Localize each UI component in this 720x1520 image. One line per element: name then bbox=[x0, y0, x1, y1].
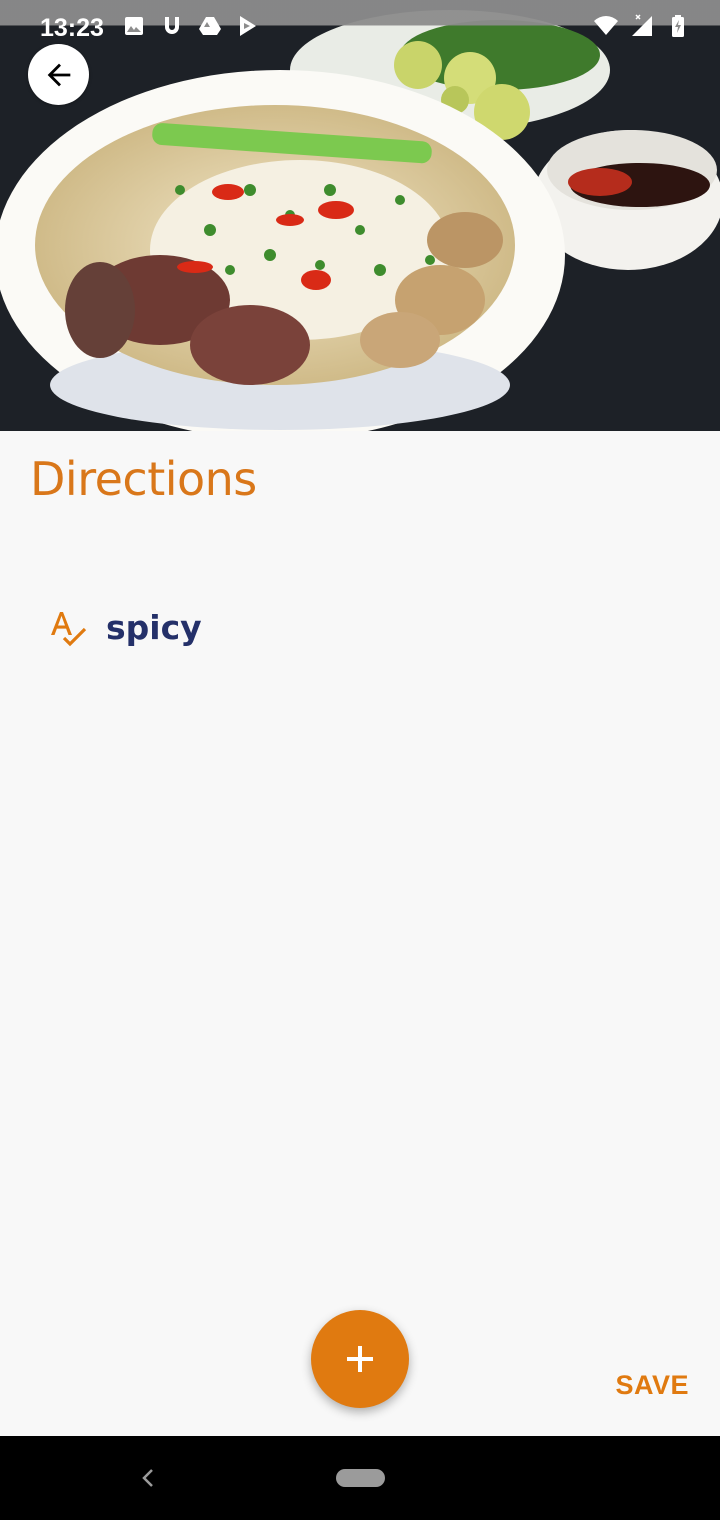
back-button[interactable] bbox=[28, 44, 89, 105]
plus-icon bbox=[347, 1346, 373, 1372]
wifi-icon bbox=[594, 16, 618, 35]
page-title: Directions bbox=[30, 452, 257, 506]
u-icon bbox=[164, 17, 179, 34]
hero-image bbox=[0, 0, 720, 431]
signal-icon bbox=[632, 14, 652, 36]
drive-icon bbox=[198, 17, 221, 35]
navigation-bar bbox=[0, 1436, 720, 1520]
arrow-left-icon bbox=[47, 63, 70, 86]
pho-bowl-photo bbox=[0, 0, 720, 431]
status-time: 13:23 bbox=[40, 13, 104, 42]
direction-item[interactable]: spicy bbox=[48, 608, 202, 650]
direction-text: spicy bbox=[106, 607, 202, 647]
play-store-icon bbox=[239, 16, 256, 36]
battery-charging-icon bbox=[672, 15, 684, 37]
status-bar: 13:23 bbox=[0, 0, 720, 52]
save-button[interactable]: SAVE bbox=[615, 1370, 689, 1401]
nav-home-pill[interactable] bbox=[336, 1469, 385, 1487]
nav-back-icon[interactable] bbox=[138, 1464, 158, 1492]
spellcheck-icon bbox=[51, 612, 87, 647]
add-direction-button[interactable] bbox=[311, 1310, 409, 1408]
image-icon bbox=[124, 17, 143, 35]
